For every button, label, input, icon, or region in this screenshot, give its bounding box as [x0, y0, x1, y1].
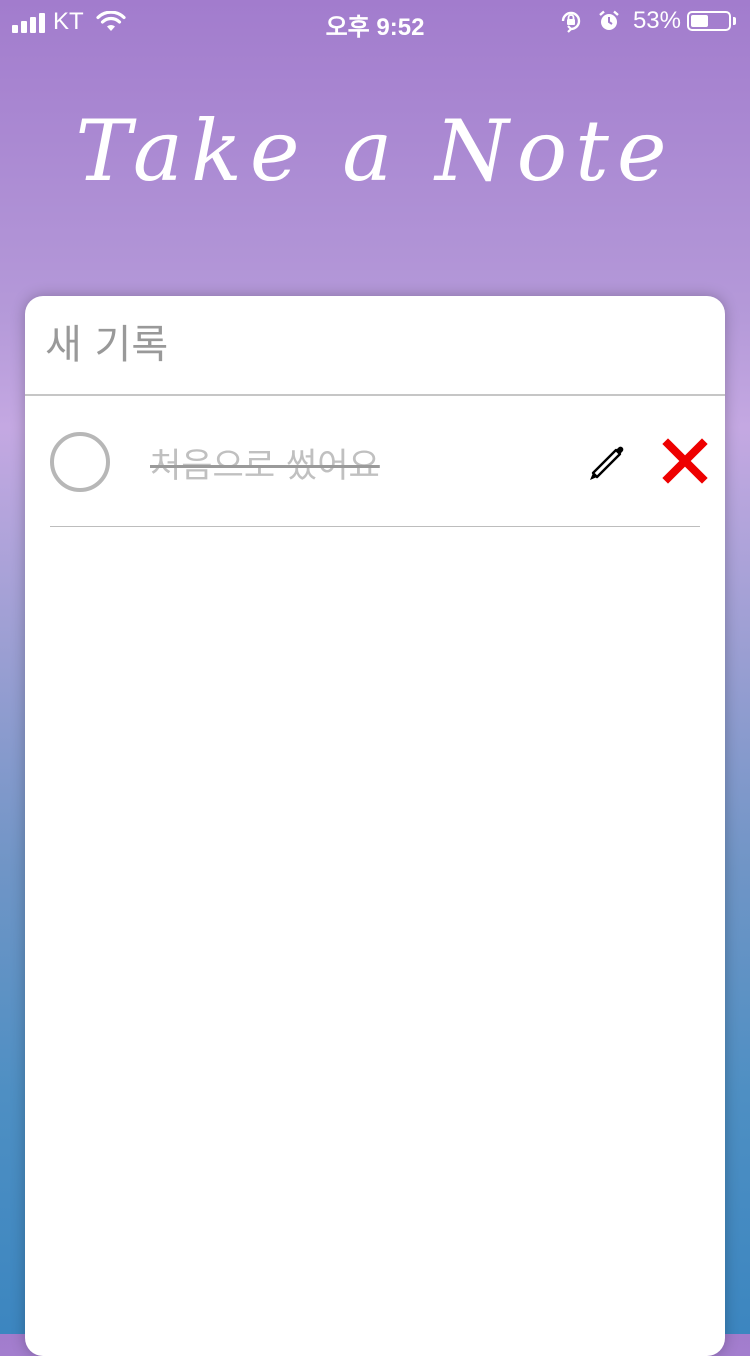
app-title: Take a Note	[75, 102, 675, 200]
status-bar: KT 오후 9:52 53%	[0, 0, 750, 42]
status-right: 53%	[559, 7, 736, 35]
battery-tip	[733, 17, 736, 25]
note-item: 처음으로 썼어요	[50, 396, 708, 527]
orientation-lock-icon	[561, 11, 581, 33]
close-icon[interactable]	[662, 438, 708, 484]
new-note-input[interactable]	[25, 296, 725, 396]
note-text: 처음으로 썼어요	[150, 446, 380, 486]
battery-percent: 53%	[632, 7, 681, 34]
notes-card: 처음으로 썼어요	[25, 296, 725, 1356]
battery-level	[691, 15, 709, 27]
complete-toggle[interactable]	[50, 432, 110, 492]
alarm-icon	[599, 10, 619, 30]
battery-icon	[687, 11, 731, 31]
pencil-icon[interactable]	[585, 440, 627, 482]
